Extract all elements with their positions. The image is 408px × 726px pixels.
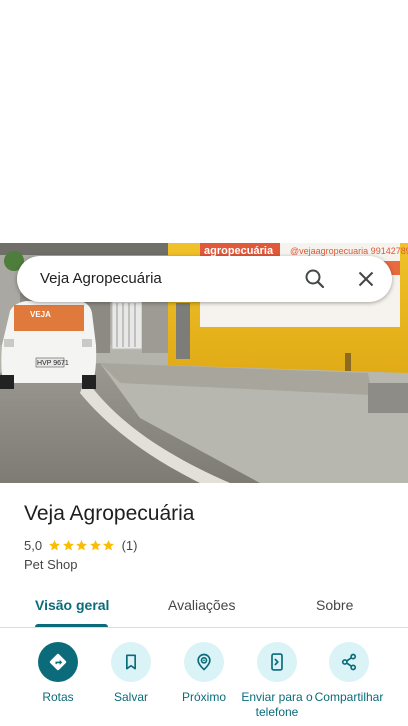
star-icon xyxy=(49,539,60,550)
store-sign-contact: @vejaagropecuaria 991427894 xyxy=(290,246,408,256)
car-sign-text: VEJA xyxy=(30,310,51,319)
directions-button[interactable]: Rotas xyxy=(19,642,97,705)
star-icon xyxy=(89,539,101,550)
car-plate-text: HVP 9671 xyxy=(37,360,69,367)
place-name: Veja Agropecuária xyxy=(24,502,195,525)
save-label: Salvar xyxy=(113,690,148,704)
star-icon xyxy=(62,539,74,550)
directions-icon xyxy=(38,642,78,682)
bookmark-icon xyxy=(111,642,151,682)
nearby-icon xyxy=(184,642,224,682)
tabs-divider xyxy=(0,627,408,628)
share-button[interactable]: Compartilhar xyxy=(310,642,388,705)
place-category: Pet Shop xyxy=(24,557,78,572)
search-query[interactable]: Veja Agropecuária xyxy=(40,270,162,287)
tab-overview[interactable]: Visão geral xyxy=(35,597,109,613)
share-icon xyxy=(329,642,369,682)
share-label: Compartilhar xyxy=(314,690,384,704)
close-icon[interactable] xyxy=(354,267,378,291)
directions-label: Rotas xyxy=(42,690,74,704)
search-bar[interactable]: Veja Agropecuária xyxy=(17,256,392,302)
nearby-label: Próximo xyxy=(181,690,226,704)
tab-about[interactable]: Sobre xyxy=(316,597,353,613)
send-to-phone-icon xyxy=(257,642,297,682)
star-icon xyxy=(103,539,114,550)
send-to-phone-button[interactable]: Enviar para o telefone xyxy=(238,642,316,720)
search-icon[interactable] xyxy=(303,267,327,291)
nearby-button[interactable]: Próximo xyxy=(165,642,243,705)
rating-stars xyxy=(48,539,116,552)
star-icon xyxy=(76,539,87,550)
parked-car: VEJA HVP 9671 xyxy=(0,301,97,389)
save-button[interactable]: Salvar xyxy=(92,642,170,705)
review-count[interactable]: (1) xyxy=(122,538,138,553)
tab-reviews[interactable]: Avaliações xyxy=(168,597,235,613)
rating-row[interactable]: 5,0 (1) xyxy=(24,537,137,553)
rating-value: 5,0 xyxy=(24,537,43,553)
send-to-phone-label: Enviar para o telefone xyxy=(241,690,313,719)
